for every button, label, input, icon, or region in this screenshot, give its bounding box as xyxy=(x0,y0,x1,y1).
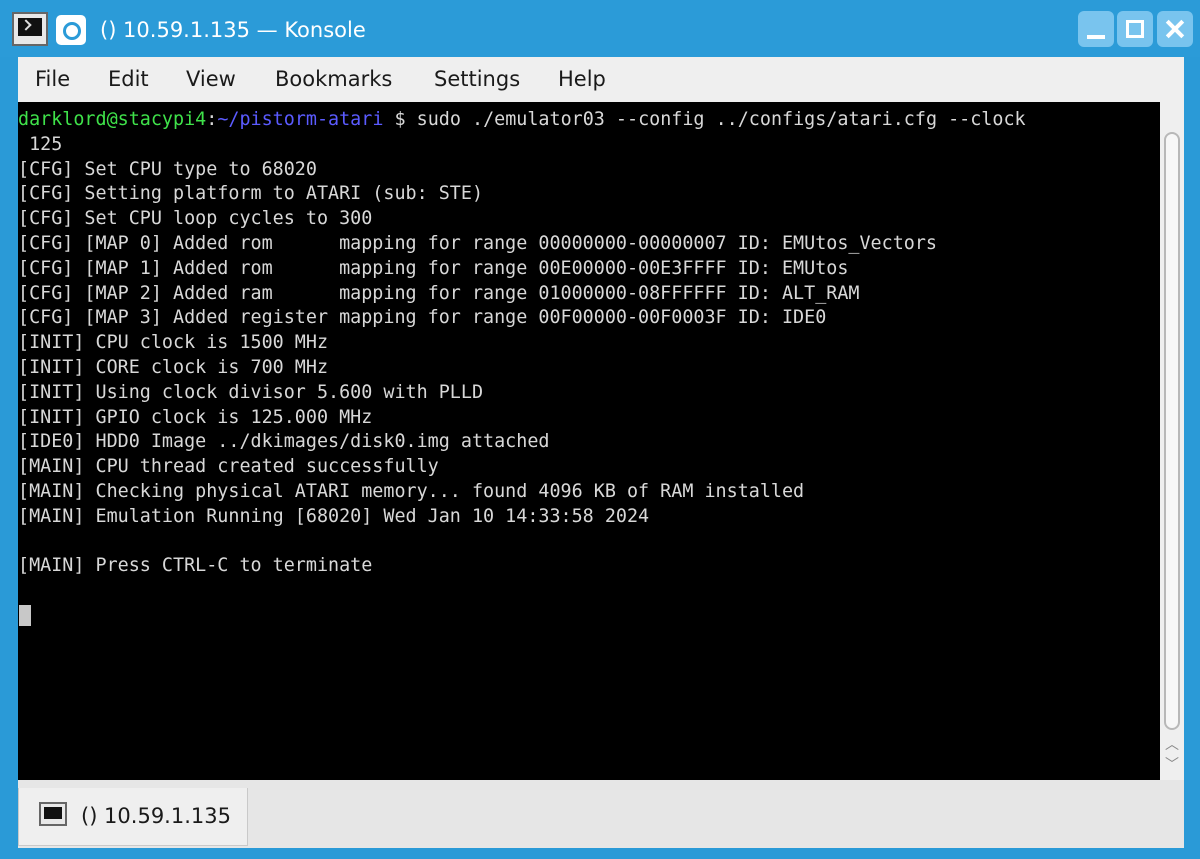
terminal-line: 125 xyxy=(18,133,63,155)
menu-view[interactable]: View xyxy=(186,67,236,91)
menu-bar: File Edit View Bookmarks Settings Help xyxy=(18,57,1184,102)
terminal-line: [CFG] Set CPU loop cycles to 300 xyxy=(18,208,373,230)
maximize-button[interactable] xyxy=(1117,11,1153,47)
konsole-window: () 10.59.1.135 — Konsole File Edit View … xyxy=(0,0,1200,859)
terminal-line: [MAIN] CPU thread created successfully xyxy=(18,456,439,478)
close-button[interactable] xyxy=(1157,11,1193,47)
prompt-user: darklord@stacypi4 xyxy=(18,109,207,130)
menu-settings[interactable]: Settings xyxy=(434,67,520,91)
terminal-line: [CFG] [MAP 3] Added register mapping for… xyxy=(18,307,827,329)
terminal-line: [INIT] CPU clock is 1500 MHz xyxy=(18,332,329,354)
prompt-symbol: $ xyxy=(383,109,406,130)
command-text: sudo ./emulator03 --config ../configs/at… xyxy=(405,109,1026,130)
terminal-line: [CFG] Setting platform to ATARI (sub: ST… xyxy=(18,183,484,205)
scrollbar-thumb[interactable] xyxy=(1164,132,1180,730)
scroll-down-arrow-icon[interactable]: ﹀ xyxy=(1164,758,1180,772)
terminal-icon xyxy=(39,802,67,826)
terminal-line: [CFG] Set CPU type to 68020 xyxy=(18,158,317,180)
minimize-button[interactable] xyxy=(1078,11,1114,47)
terminal-line: [MAIN] Emulation Running [68020] Wed Jan… xyxy=(18,505,650,527)
terminal-line: [MAIN] Checking physical ATARI memory...… xyxy=(18,480,805,502)
tab-bar: () 10.59.1.135 xyxy=(18,780,1184,848)
menu-help[interactable]: Help xyxy=(558,67,606,91)
terminal-line: [CFG] [MAP 1] Added rom mapping for rang… xyxy=(18,257,849,279)
terminal-line: [IDE0] HDD0 Image ../dkimages/disk0.img … xyxy=(18,431,550,453)
window-title: () 10.59.1.135 — Konsole xyxy=(100,18,366,42)
tab-label: () 10.59.1.135 xyxy=(81,804,231,828)
terminal-line: [INIT] Using clock divisor 5.600 with PL… xyxy=(18,381,484,403)
title-bar[interactable]: () 10.59.1.135 — Konsole xyxy=(0,0,1200,57)
menu-bookmarks[interactable]: Bookmarks xyxy=(275,67,392,91)
terminal-lines: darklord@stacypi4:~/pistorm-atari $ sudo… xyxy=(18,108,1026,579)
terminal-line: [INIT] GPIO clock is 125.000 MHz xyxy=(18,406,373,428)
terminal-line: [CFG] [MAP 2] Added ram mapping for rang… xyxy=(18,282,860,304)
terminal-line: [MAIN] Press CTRL-C to terminate xyxy=(18,555,373,577)
menu-edit[interactable]: Edit xyxy=(108,67,149,91)
scroll-up-arrow-icon[interactable]: ︿ xyxy=(1164,738,1180,752)
menu-file[interactable]: File xyxy=(35,67,70,91)
prompt-line: darklord@stacypi4:~/pistorm-atari $ sudo… xyxy=(18,108,1026,133)
prompt-path: ~/pistorm-atari xyxy=(217,109,384,130)
terminal-app-icon[interactable] xyxy=(12,12,48,46)
prompt-separator: : xyxy=(206,109,218,130)
terminal-output[interactable]: darklord@stacypi4:~/pistorm-atari $ sudo… xyxy=(18,102,1160,780)
tab-session[interactable]: () 10.59.1.135 xyxy=(18,788,248,846)
keep-above-icon[interactable] xyxy=(56,15,86,45)
scrollbar[interactable]: ︿ ﹀ xyxy=(1160,102,1184,780)
terminal-line: [CFG] [MAP 0] Added rom mapping for rang… xyxy=(18,232,937,254)
text-cursor xyxy=(19,605,31,626)
terminal-line: [INIT] CORE clock is 700 MHz xyxy=(18,356,329,378)
